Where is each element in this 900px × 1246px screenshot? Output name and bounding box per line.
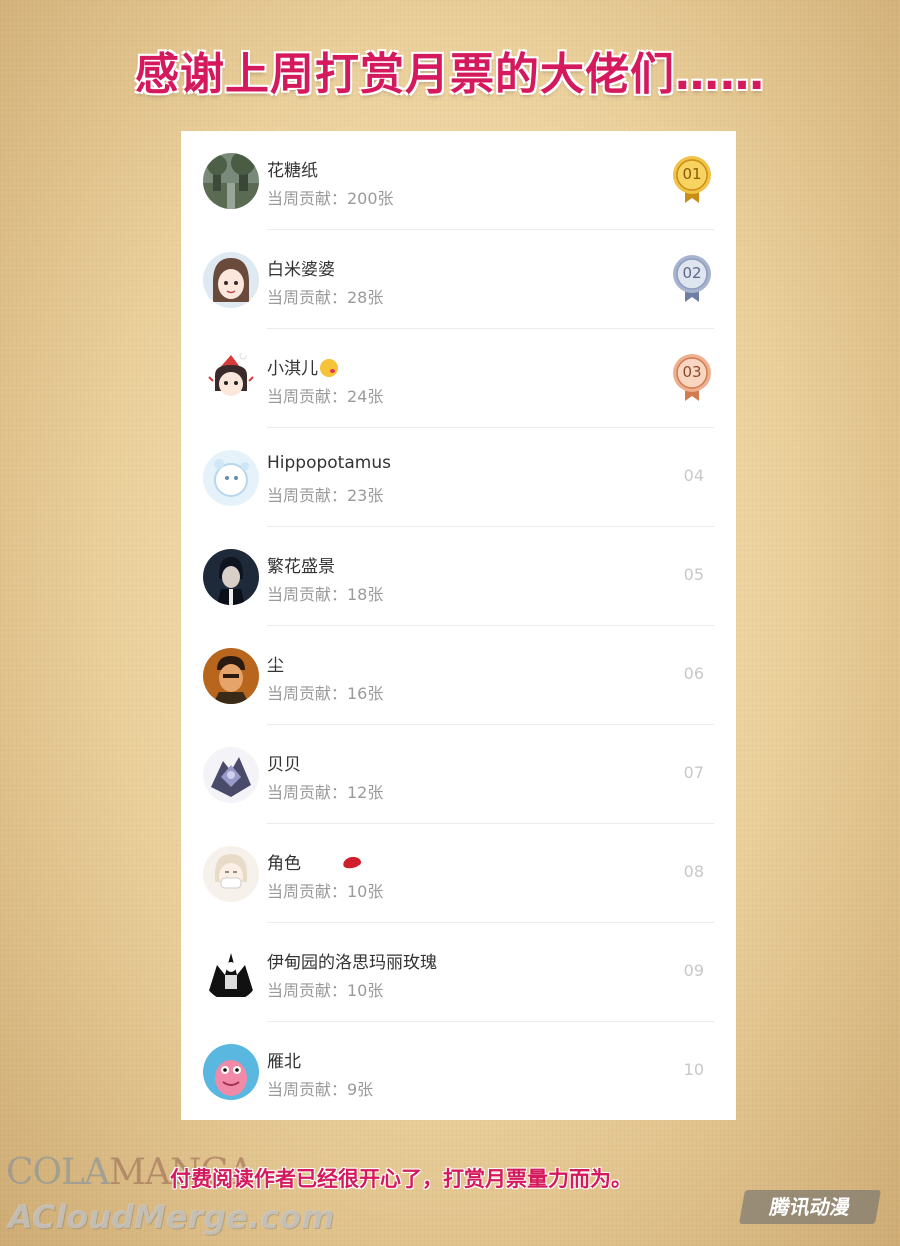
watermark-bottom: ACloudMerge.com (8, 1198, 335, 1236)
avatar[interactable] (203, 648, 259, 704)
kiss-emoji-icon (320, 359, 338, 377)
user-name: Hippopotamus (267, 453, 391, 473)
avatar[interactable] (203, 153, 259, 209)
avatar[interactable] (203, 1044, 259, 1100)
rank-number: 08 (683, 862, 704, 881)
rank-number: 07 (683, 763, 704, 782)
user-name: 伊甸园的洛思玛丽玫瑰 (267, 953, 437, 973)
user-name: 白米婆婆 (267, 260, 335, 280)
list-item[interactable]: 贝贝 当周贡献：12张 07 (181, 725, 736, 824)
rank-label: 03 (682, 363, 702, 381)
contribution-text: 当周贡献：12张 (267, 783, 384, 802)
bronze-medal-icon: 03 (672, 353, 714, 403)
rank-number: 10 (683, 1060, 704, 1079)
rank-number: 09 (683, 961, 704, 980)
user-name: 尘 (267, 656, 284, 676)
user-name: 雁北 (267, 1052, 301, 1072)
user-name: 花糖纸 (267, 161, 318, 181)
watermark-top-a: COLA (6, 1152, 110, 1193)
user-name: 繁花盛景 (267, 557, 335, 577)
user-name: 贝贝 (267, 755, 301, 775)
contribution-text: 当周贡献：16张 (267, 684, 384, 703)
list-item[interactable]: 白米婆婆 当周贡献：28张 02 (181, 230, 736, 329)
list-item[interactable]: 繁花盛景 当周贡献：18张 05 (181, 527, 736, 626)
ranking-list: 花糖纸 当周贡献：200张 01 白米婆婆 当周贡献：28张 02 小淇儿 当周… (181, 131, 736, 1120)
avatar[interactable] (203, 945, 259, 1001)
avatar[interactable] (203, 846, 259, 902)
avatar[interactable] (203, 450, 259, 506)
list-item[interactable]: 尘 当周贡献：16张 06 (181, 626, 736, 725)
rank-label: 02 (682, 264, 702, 282)
publisher-logo: 腾讯动漫 (739, 1190, 881, 1224)
list-item[interactable]: Hippopotamus 当周贡献：23张 04 (181, 428, 736, 527)
gold-medal-icon: 01 (672, 155, 714, 205)
contribution-text: 当周贡献：23张 (267, 486, 384, 505)
avatar[interactable] (203, 747, 259, 803)
publisher-logo-text: 腾讯动漫 (767, 1195, 853, 1219)
contribution-text: 当周贡献：18张 (267, 585, 384, 604)
contribution-text: 当周贡献：9张 (267, 1080, 374, 1099)
rank-label: 01 (682, 165, 702, 183)
silver-medal-icon: 02 (672, 254, 714, 304)
avatar[interactable] (203, 549, 259, 605)
rank-number: 05 (683, 565, 704, 584)
list-item[interactable]: 角色 当周贡献：10张 08 (181, 824, 736, 923)
contribution-text: 当周贡献：28张 (267, 288, 384, 307)
avatar[interactable] (203, 252, 259, 308)
page-title: 感谢上周打赏月票的大佬们…… (135, 49, 765, 100)
avatar[interactable] (203, 351, 259, 407)
user-name: 小淇儿 (267, 354, 338, 379)
list-item[interactable]: 雁北 当周贡献：9张 10 (181, 1022, 736, 1121)
rank-number: 06 (683, 664, 704, 683)
rank-number: 04 (683, 466, 704, 485)
contribution-text: 当周贡献：10张 (267, 981, 384, 1000)
user-name-text: 小淇儿 (267, 359, 318, 379)
contribution-text: 当周贡献：10张 (267, 882, 384, 901)
user-name-text: 角色 (267, 854, 301, 874)
contribution-text: 当周贡献：24张 (267, 387, 384, 406)
contribution-text: 当周贡献：200张 (267, 189, 394, 208)
list-item[interactable]: 小淇儿 当周贡献：24张 03 (181, 329, 736, 428)
lips-icon (342, 855, 362, 870)
list-item[interactable]: 伊甸园的洛思玛丽玫瑰 当周贡献：10张 09 (181, 923, 736, 1022)
list-item[interactable]: 花糖纸 当周贡献：200张 01 (181, 131, 736, 230)
footer-note: 付费阅读作者已经很开心了，打赏月票量力而为。 (170, 1167, 632, 1191)
user-name: 角色 (267, 849, 362, 874)
